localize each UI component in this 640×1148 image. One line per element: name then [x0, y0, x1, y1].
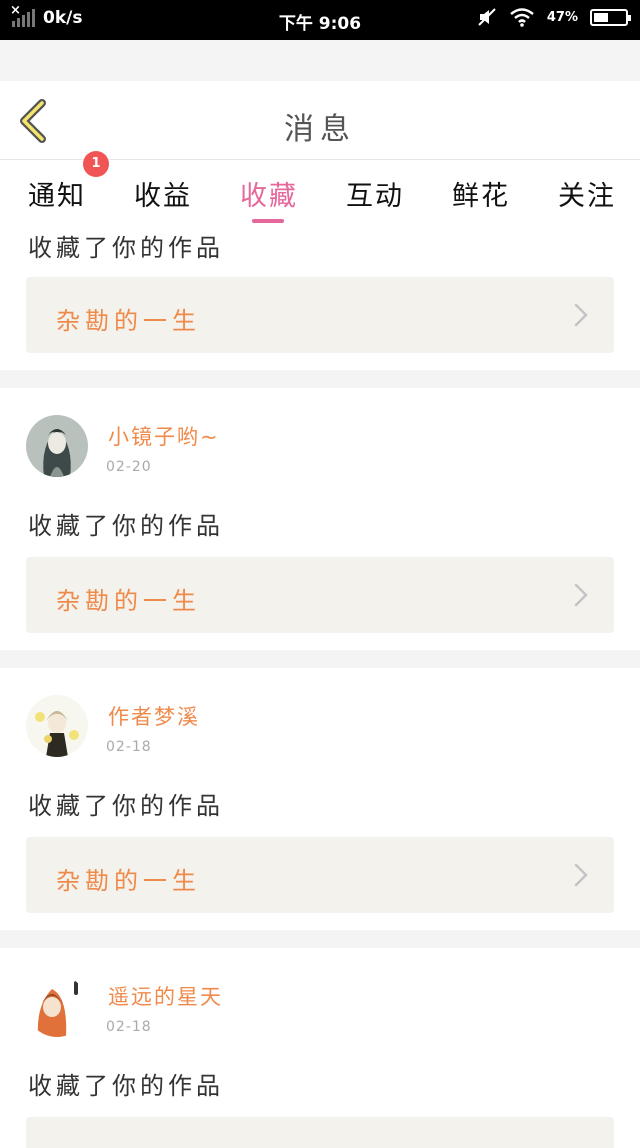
tab-flowers[interactable]: 鲜花 — [452, 174, 510, 213]
tab-favorites[interactable]: 收藏 — [240, 174, 298, 223]
work-link[interactable]: 杂勘的一生 — [26, 277, 614, 353]
page-title: 消息 — [284, 112, 356, 147]
avatar[interactable] — [26, 695, 88, 757]
work-title: 杂勘的一生 — [56, 307, 201, 335]
tab-label: 鲜花 — [452, 181, 510, 212]
avatar[interactable] — [26, 975, 88, 1037]
work-link[interactable]: 杂勘的一生 — [26, 557, 614, 633]
work-link[interactable] — [26, 1117, 614, 1148]
tab-notifications[interactable]: 通知 — [28, 174, 86, 213]
chevron-right-icon — [574, 583, 588, 607]
top-spacer — [0, 40, 640, 81]
active-tab-indicator — [252, 219, 284, 223]
list-item: 小镜子哟~ 02-20 收藏了你的作品 杂勘的一生 — [0, 388, 640, 650]
date: 02-20 — [106, 459, 152, 475]
tab-earnings[interactable]: 收益 — [134, 174, 192, 213]
action-text: 收藏了你的作品 — [28, 792, 224, 820]
date: 02-18 — [106, 739, 152, 755]
username[interactable]: 遥远的星天 — [108, 981, 223, 1011]
work-title: 杂勘的一生 — [56, 587, 201, 615]
tab-label: 收藏 — [240, 181, 298, 212]
list-item: 收藏了你的作品 杂勘的一生 — [0, 224, 640, 370]
mute-icon — [478, 8, 496, 26]
tab-label: 互动 — [346, 181, 404, 212]
battery-icon — [590, 8, 631, 26]
work-title: 杂勘的一生 — [56, 867, 201, 895]
date: 02-18 — [106, 1019, 152, 1035]
action-text: 收藏了你的作品 — [28, 234, 224, 262]
action-text: 收藏了你的作品 — [28, 1072, 224, 1100]
tab-interactions[interactable]: 互动 — [346, 174, 404, 213]
tab-label: 关注 — [558, 181, 616, 212]
list-item: 作者梦溪 02-18 收藏了你的作品 杂勘的一生 — [0, 668, 640, 930]
chevron-right-icon — [574, 303, 588, 327]
work-link[interactable]: 杂勘的一生 — [26, 837, 614, 913]
username[interactable]: 小镜子哟~ — [108, 421, 220, 451]
action-text: 收藏了你的作品 — [28, 512, 224, 540]
navigation-header: 消息 — [0, 81, 640, 160]
tab-label: 通知 — [28, 181, 86, 212]
battery-percent: 47% — [546, 9, 578, 25]
tab-label: 收益 — [134, 181, 192, 212]
chevron-right-icon — [574, 863, 588, 887]
username[interactable]: 作者梦溪 — [108, 701, 200, 731]
avatar[interactable] — [26, 415, 88, 477]
wifi-icon — [510, 8, 534, 27]
list-item: 遥远的星天 02-18 收藏了你的作品 — [0, 948, 640, 1148]
tab-follows[interactable]: 关注 — [558, 174, 616, 213]
status-bar: × 0k/s 下午 9:06 47% — [0, 0, 640, 40]
notification-badge: 1 — [83, 151, 109, 177]
